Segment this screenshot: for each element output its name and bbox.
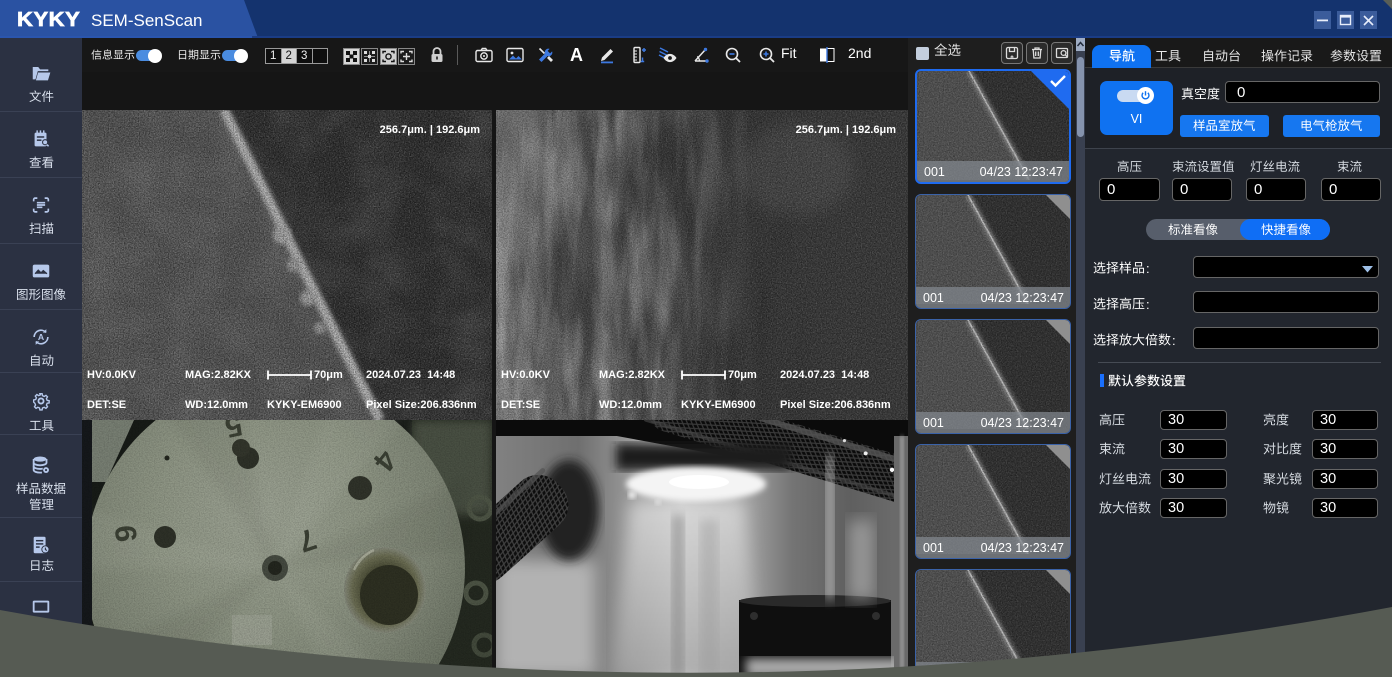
svg-text:A: A [38, 332, 45, 342]
